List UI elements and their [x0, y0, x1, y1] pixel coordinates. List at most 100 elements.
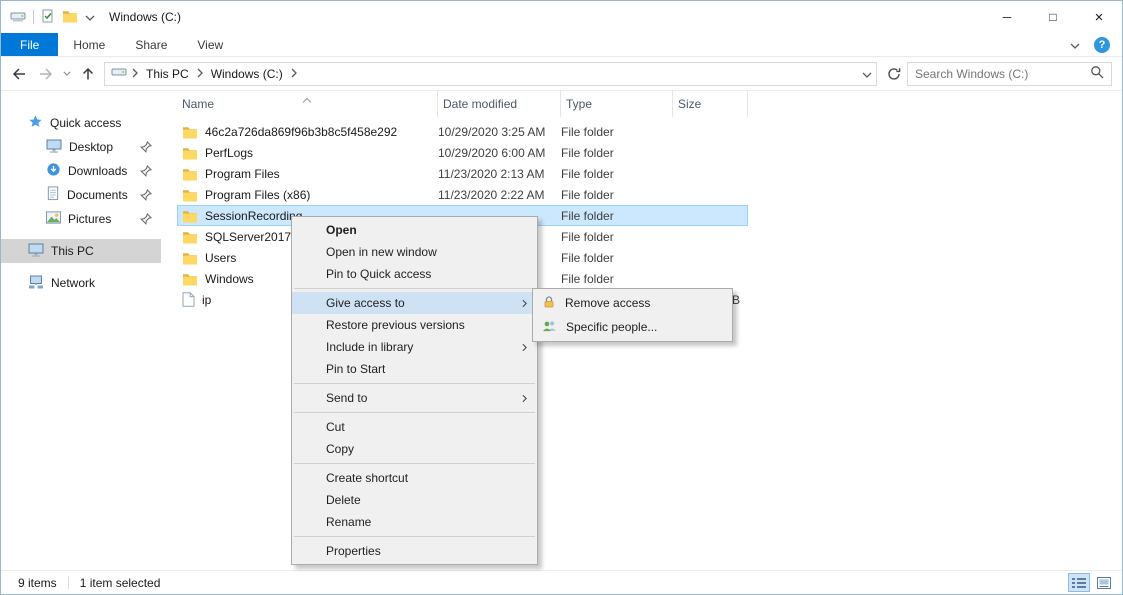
- file-name: Users: [205, 251, 236, 265]
- menu-item-create-shortcut[interactable]: Create shortcut: [292, 467, 537, 489]
- menu-item-give-access-to[interactable]: Give access to: [292, 292, 537, 314]
- qat-divider: [33, 10, 34, 24]
- file-type: File folder: [561, 125, 673, 139]
- selection-count: 1 item selected: [80, 576, 161, 590]
- menu-item-restore-previous-versions[interactable]: Restore previous versions: [292, 314, 537, 336]
- maximize-button[interactable]: □: [1030, 1, 1076, 33]
- forward-button[interactable]: [32, 60, 59, 87]
- breadcrumb-chevron-icon[interactable]: [132, 67, 138, 81]
- submenu-item-label: Remove access: [565, 296, 650, 310]
- sidebar-item-this-pc[interactable]: This PC: [1, 239, 161, 263]
- file-date: 10/29/2020 3:25 AM: [438, 125, 561, 139]
- breadcrumb-windows-c[interactable]: Windows (C:): [208, 67, 286, 81]
- up-button[interactable]: [74, 60, 101, 87]
- status-bar: 9 items 1 item selected: [1, 570, 1122, 594]
- window-title: Windows (C:): [109, 10, 181, 24]
- thumbnails-view-button[interactable]: [1093, 573, 1115, 592]
- pin-icon: [140, 189, 152, 201]
- search-icon[interactable]: [1090, 65, 1104, 82]
- file-name: Program Files (x86): [205, 188, 310, 202]
- quick-access-star-icon: [28, 114, 43, 132]
- breadcrumb-this-pc[interactable]: This PC: [143, 67, 192, 81]
- qat-customize-chevron-icon[interactable]: [85, 10, 95, 24]
- address-bar[interactable]: This PC Windows (C:): [104, 62, 877, 86]
- pin-icon: [140, 165, 152, 177]
- menu-item-pin-to-start[interactable]: Pin to Start: [292, 358, 537, 380]
- help-icon[interactable]: ?: [1094, 37, 1110, 53]
- tab-share[interactable]: Share: [120, 33, 182, 56]
- sidebar-item-desktop[interactable]: Desktop: [1, 135, 161, 159]
- file-icon: [182, 292, 195, 307]
- file-name: 46c2a726da869f96b3b8c5f458e292: [205, 125, 397, 139]
- new-folder-icon[interactable]: [62, 9, 78, 26]
- submenu-item-remove-access[interactable]: Remove access: [533, 291, 732, 315]
- folder-icon: [182, 125, 198, 139]
- tab-home[interactable]: Home: [58, 33, 120, 56]
- menu-item-open[interactable]: Open: [292, 219, 537, 241]
- file-name: Program Files: [205, 167, 280, 181]
- menu-item-properties[interactable]: Properties: [292, 540, 537, 562]
- submenu-item-specific-people[interactable]: Specific people...: [533, 315, 732, 339]
- menu-item-open-in-new-window[interactable]: Open in new window: [292, 241, 537, 263]
- folder-icon: [182, 209, 198, 223]
- tab-view[interactable]: View: [182, 33, 238, 56]
- menu-separator: [294, 383, 535, 384]
- menu-separator: [294, 536, 535, 537]
- address-dropdown-chevron-icon[interactable]: [862, 67, 872, 81]
- menu-item-copy[interactable]: Copy: [292, 438, 537, 460]
- folder-icon: [182, 230, 198, 244]
- minimize-button[interactable]: ─: [984, 1, 1030, 33]
- sidebar-item-label: Desktop: [69, 140, 113, 154]
- properties-icon[interactable]: [41, 9, 55, 26]
- window-controls: ─ □ ×: [984, 1, 1122, 33]
- file-type: File folder: [561, 209, 673, 223]
- details-view-button[interactable]: [1068, 573, 1090, 592]
- file-row[interactable]: 46c2a726da869f96b3b8c5f458e292 10/29/202…: [177, 121, 748, 142]
- breadcrumb-chevron-icon[interactable]: [197, 67, 203, 81]
- back-button[interactable]: [5, 60, 32, 87]
- network-icon: [28, 275, 44, 292]
- close-button[interactable]: ×: [1076, 1, 1122, 33]
- column-headers: Name Date modified Type Size: [177, 91, 1122, 117]
- titlebar: Windows (C:) ─ □ ×: [1, 1, 1122, 33]
- file-name: Windows: [205, 272, 254, 286]
- file-row[interactable]: Program Files (x86) 11/23/2020 2:22 AM F…: [177, 184, 748, 205]
- give-access-submenu: Remove access Specific people...: [532, 288, 733, 342]
- menu-item-delete[interactable]: Delete: [292, 489, 537, 511]
- sidebar-item-label: Pictures: [68, 212, 111, 226]
- breadcrumb-chevron-icon[interactable]: [291, 67, 297, 81]
- menu-item-pin-to-quick-access[interactable]: Pin to Quick access: [292, 263, 537, 285]
- search-input[interactable]: [915, 67, 1085, 81]
- recent-locations-chevron-icon[interactable]: [59, 60, 74, 87]
- column-header-type[interactable]: Type: [561, 91, 673, 117]
- menu-item-cut[interactable]: Cut: [292, 416, 537, 438]
- file-row[interactable]: PerfLogs 10/29/2020 6:00 AM File folder: [177, 142, 748, 163]
- sort-ascending-icon[interactable]: [302, 92, 312, 106]
- file-type: File folder: [561, 251, 673, 265]
- sidebar-item-label: Quick access: [50, 116, 121, 130]
- pictures-icon: [46, 211, 61, 227]
- file-name: PerfLogs: [205, 146, 253, 160]
- sidebar-item-documents[interactable]: Documents: [1, 183, 161, 207]
- sidebar-item-label: This PC: [51, 244, 94, 258]
- column-header-date-modified[interactable]: Date modified: [438, 91, 561, 117]
- menu-separator: [294, 463, 535, 464]
- location-drive-icon: [111, 64, 127, 83]
- folder-icon: [182, 146, 198, 160]
- file-type: File folder: [561, 167, 673, 181]
- refresh-button[interactable]: [880, 60, 907, 87]
- file-row[interactable]: Program Files 11/23/2020 2:13 AM File fo…: [177, 163, 748, 184]
- file-date: 11/23/2020 2:22 AM: [438, 188, 561, 202]
- submenu-item-label: Specific people...: [566, 320, 657, 334]
- sidebar-item-network[interactable]: Network: [1, 271, 161, 295]
- menu-item-rename[interactable]: Rename: [292, 511, 537, 533]
- menu-item-include-in-library[interactable]: Include in library: [292, 336, 537, 358]
- expand-ribbon-chevron-icon[interactable]: [1070, 38, 1080, 52]
- sidebar-item-pictures[interactable]: Pictures: [1, 207, 161, 231]
- column-header-size[interactable]: Size: [673, 91, 748, 117]
- sidebar-item-label: Documents: [67, 188, 128, 202]
- sidebar-item-downloads[interactable]: Downloads: [1, 159, 161, 183]
- menu-item-send-to[interactable]: Send to: [292, 387, 537, 409]
- sidebar-item-quick-access[interactable]: Quick access: [1, 111, 161, 135]
- tab-file[interactable]: File: [1, 33, 58, 56]
